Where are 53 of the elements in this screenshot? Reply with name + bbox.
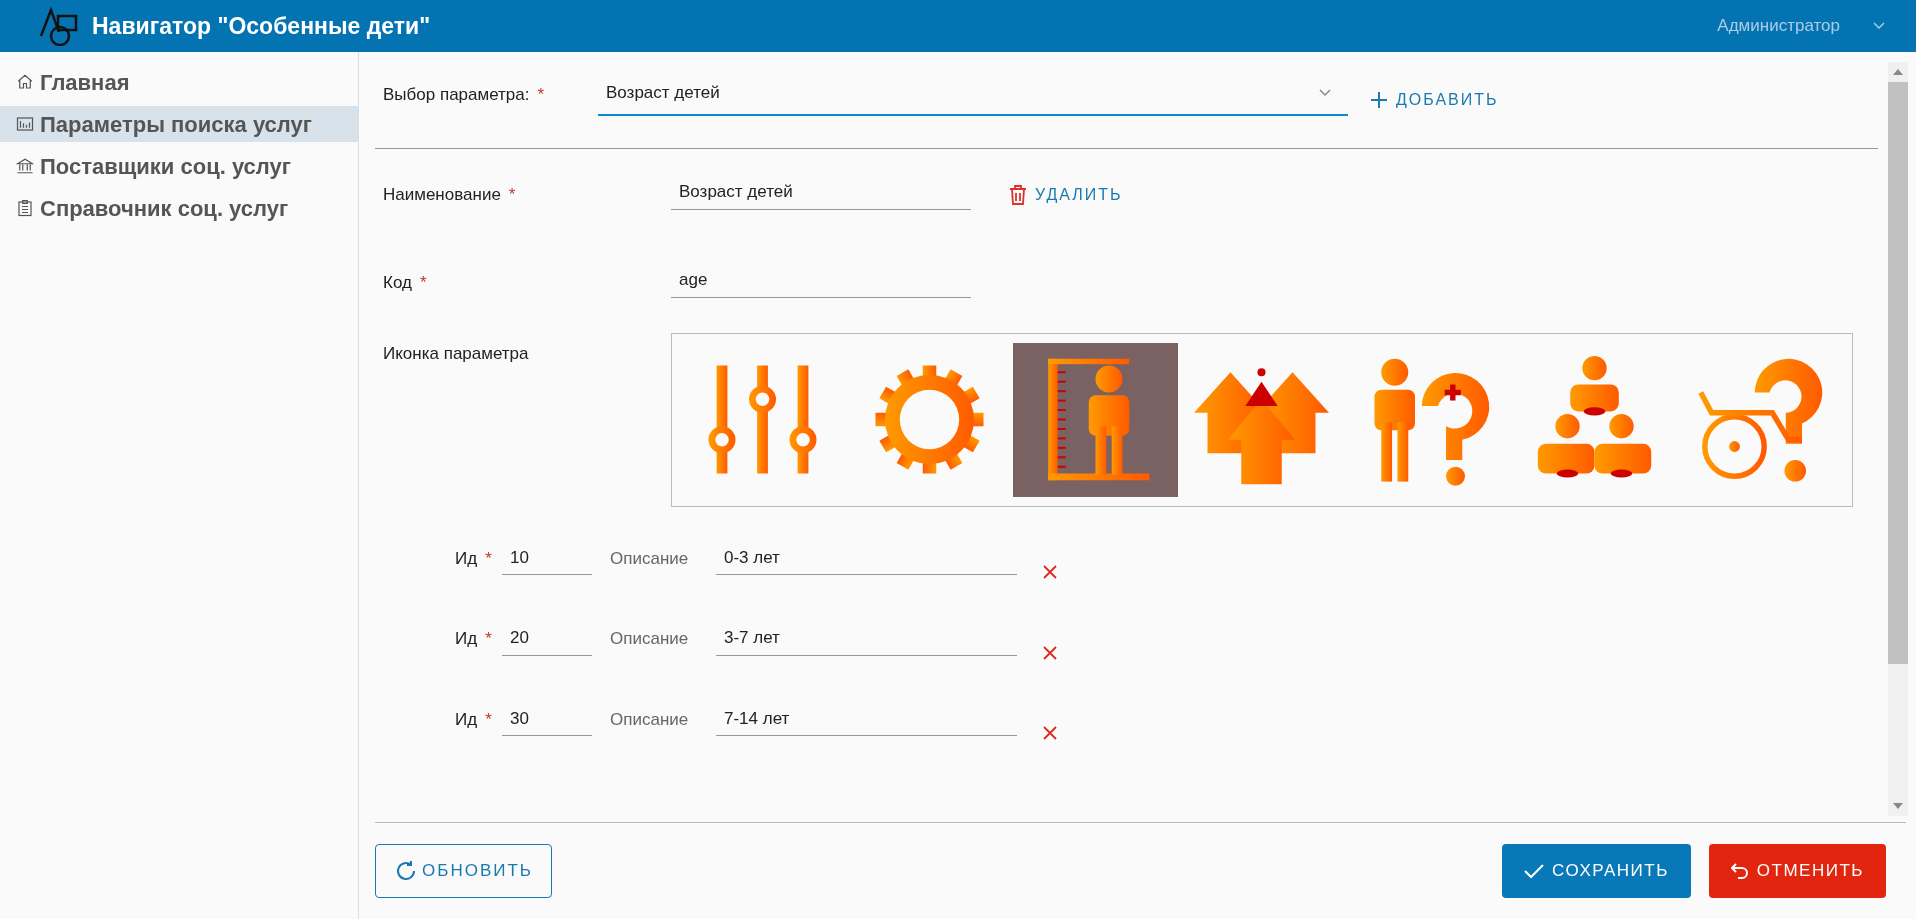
field-label: Ид <box>455 709 478 729</box>
trash-icon <box>1009 184 1027 205</box>
delete-button[interactable]: УДАЛИТЬ <box>1009 182 1123 207</box>
field-label: Выбор параметра: <box>383 85 530 104</box>
description-field[interactable]: 0-3 лет <box>716 544 1017 575</box>
cancel-button[interactable]: ОТМЕНИТЬ <box>1708 844 1886 898</box>
bank-icon <box>16 157 34 175</box>
refresh-icon <box>394 859 418 883</box>
code-field[interactable]: age <box>671 267 971 298</box>
shapes-logo-icon <box>38 6 80 46</box>
sidebar-item[interactable]: Параметры поиска услуг <box>0 106 358 142</box>
field-label: Описание <box>610 628 690 650</box>
field-label: Ид <box>455 548 478 568</box>
refresh-button[interactable]: ОБНОВИТЬ <box>375 844 552 898</box>
close-icon <box>1043 645 1057 660</box>
field-label: Код <box>383 272 412 292</box>
save-button[interactable]: СОХРАНИТЬ <box>1502 844 1691 898</box>
field-label: Описание <box>610 708 690 731</box>
field-label: Ид <box>455 629 478 648</box>
id-field[interactable]: 10 <box>502 544 592 575</box>
description-field[interactable]: 3-7 лет <box>716 625 1017 656</box>
name-field[interactable]: Возраст детей <box>671 179 971 210</box>
chevron-down-icon <box>1318 87 1332 98</box>
required-mark: * <box>485 709 492 729</box>
icon-option[interactable] <box>1012 342 1179 497</box>
required-mark: * <box>508 184 516 204</box>
chart-icon <box>16 115 34 133</box>
undo-icon <box>1730 862 1749 880</box>
required-mark: * <box>485 548 492 568</box>
sidebar-item[interactable]: Главная <box>0 64 358 100</box>
field-label: Наименование <box>383 184 501 204</box>
scrollbar[interactable] <box>1888 62 1908 816</box>
plus-icon <box>1370 90 1388 109</box>
scrollbar-thumb[interactable] <box>1888 82 1908 664</box>
home-icon <box>16 73 34 91</box>
parameter-select[interactable]: Возраст детей <box>598 80 1348 116</box>
check-icon <box>1524 863 1545 879</box>
required-mark: * <box>419 272 427 292</box>
required-mark: * <box>537 85 545 104</box>
description-field[interactable]: 7-14 лет <box>716 705 1017 736</box>
app-title: Навигатор "Особенные дети" <box>92 11 431 41</box>
sidebar-item[interactable]: Справочник соц. услуг <box>0 190 358 226</box>
close-icon <box>1043 726 1057 740</box>
field-label: Описание <box>610 547 690 570</box>
close-icon <box>1043 565 1057 579</box>
clipboard-icon <box>16 199 34 217</box>
id-field[interactable]: 20 <box>502 625 592 656</box>
id-field[interactable]: 30 <box>502 705 592 736</box>
sidebar-item[interactable]: Поставщики соц. услуг <box>0 148 358 184</box>
field-label: Иконка параметра <box>383 342 530 365</box>
chevron-down-icon[interactable] <box>1872 21 1886 31</box>
required-mark: * <box>485 629 492 648</box>
add-button[interactable]: ДОБАВИТЬ <box>1370 87 1499 116</box>
